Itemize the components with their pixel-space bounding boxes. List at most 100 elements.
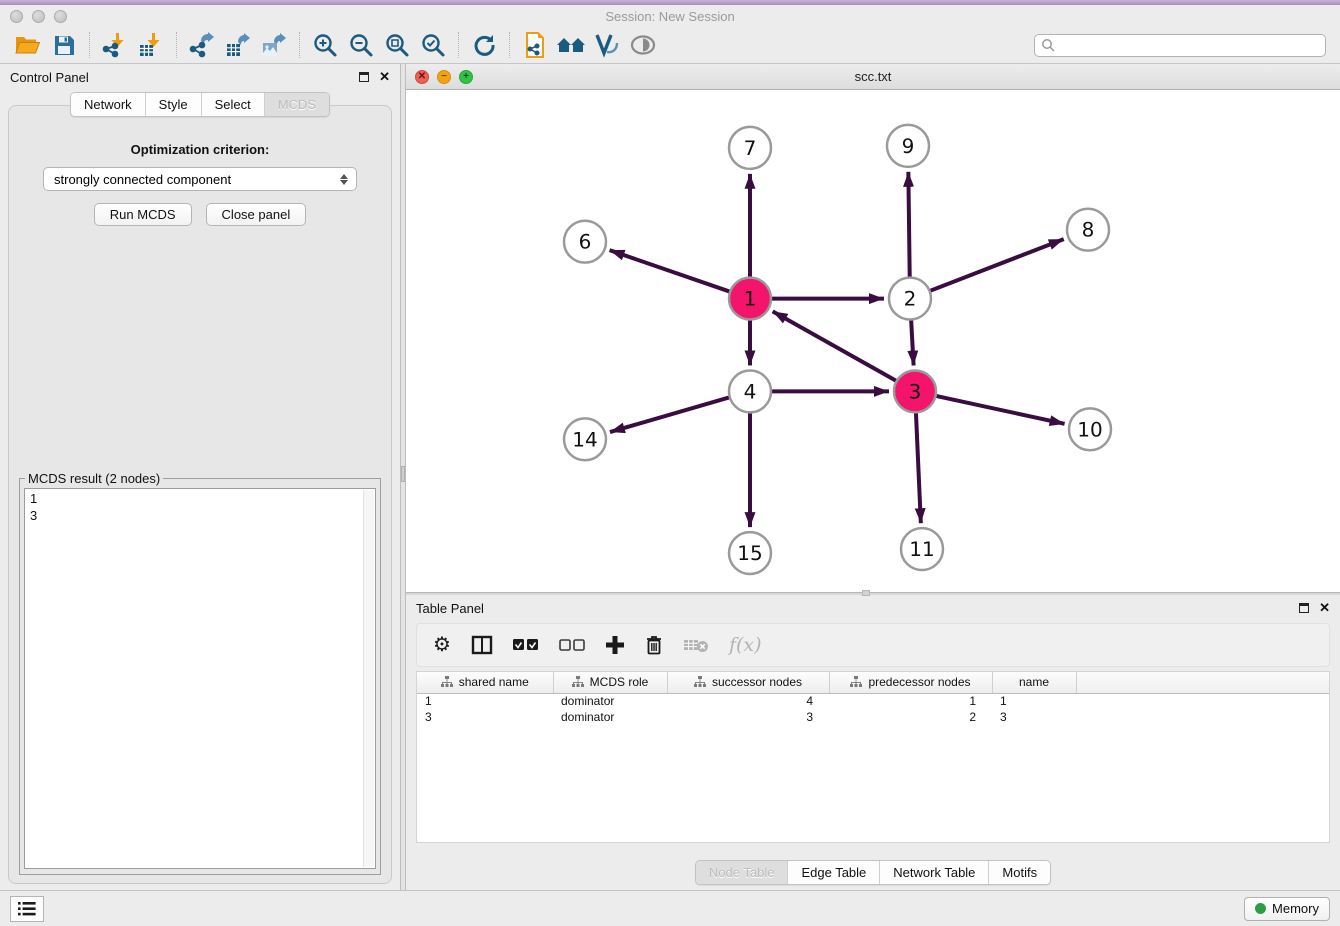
zoom-in-button[interactable] [307, 29, 343, 61]
search-input[interactable] [1055, 38, 1319, 52]
table-header-row: shared name MCDS role successor nodes pr… [417, 672, 1329, 693]
hsplitter-handle[interactable] [862, 590, 870, 596]
new-network-from-selection-button[interactable] [517, 29, 553, 61]
float-panel-icon[interactable] [359, 72, 369, 82]
network-window-titlebar[interactable]: ✕ − + scc.txt [406, 64, 1340, 90]
graph-node-label-11: 11 [909, 537, 934, 561]
vizmapper-button[interactable] [589, 29, 625, 61]
trash-icon [645, 635, 663, 655]
graph-edge-4-14[interactable] [610, 396, 736, 432]
import-table-button[interactable] [133, 29, 169, 61]
mcds-result-list[interactable]: 13 [24, 488, 376, 869]
function-builder-button[interactable]: f(x) [729, 630, 762, 660]
result-scrollbar[interactable] [363, 490, 374, 867]
graph-node-label-8: 8 [1082, 218, 1095, 242]
close-network-icon[interactable]: ✕ [415, 70, 429, 84]
zoom-fit-button[interactable] [379, 29, 415, 61]
column-header-successor-nodes[interactable]: successor nodes [667, 672, 829, 693]
zoom-out-icon [348, 32, 374, 58]
app-titlebar: Session: New Session [0, 5, 1340, 27]
network-window: ✕ − + scc.txt 7968124314101511 [406, 64, 1340, 593]
show-hide-details-button[interactable] [625, 29, 661, 61]
zoom-selected-button[interactable] [415, 29, 451, 61]
export-table-button[interactable] [220, 29, 256, 61]
maximize-network-icon[interactable]: + [459, 70, 473, 84]
export-image-button[interactable] [256, 29, 292, 61]
toolbar-divider [299, 32, 300, 58]
tab-mcds[interactable]: MCDS [264, 93, 329, 116]
zoom-fit-icon [384, 32, 410, 58]
delete-columns-button[interactable] [645, 630, 663, 660]
toolbar-divider [176, 32, 177, 58]
graph-edge-2-9[interactable] [908, 172, 909, 284]
first-neighbors-button[interactable] [553, 29, 589, 61]
criterion-dropdown[interactable]: strongly connected component [43, 167, 357, 191]
tab-motifs[interactable]: Motifs [988, 861, 1050, 884]
control-panel-tabs: Network Style Select MCDS [0, 92, 400, 117]
node-table[interactable]: shared name MCDS role successor nodes pr… [416, 671, 1330, 843]
import-table-icon [138, 32, 164, 58]
table-cell: 3 [667, 709, 829, 725]
graph-edge-3-11[interactable] [916, 406, 921, 523]
tab-edge-table[interactable]: Edge Table [787, 861, 879, 884]
graph-edge-1-6[interactable] [610, 250, 736, 294]
search-box[interactable] [1034, 34, 1326, 57]
graph-edge-3-1[interactable] [773, 311, 902, 384]
dropdown-spinner-icon [340, 174, 348, 185]
run-mcds-button[interactable]: Run MCDS [94, 203, 192, 226]
task-history-button[interactable] [10, 896, 44, 922]
select-all-columns-button[interactable] [513, 630, 539, 660]
main-area: Control Panel ✕ Network Style Select MCD… [0, 64, 1340, 890]
export-image-icon [261, 32, 287, 58]
table-toolbar: ⚙ [416, 623, 1330, 667]
open-file-button[interactable] [10, 29, 46, 61]
close-table-panel-icon[interactable]: ✕ [1319, 603, 1330, 613]
export-table-icon [225, 32, 251, 58]
show-columns-button[interactable] [471, 630, 493, 660]
column-header-mcds-role[interactable]: MCDS role [553, 672, 667, 693]
save-session-button[interactable] [46, 29, 82, 61]
tab-network-table[interactable]: Network Table [879, 861, 988, 884]
zoom-out-button[interactable] [343, 29, 379, 61]
delete-table-button[interactable] [683, 630, 709, 660]
window-title: Session: New Session [0, 9, 1340, 24]
two-houses-icon [556, 33, 586, 57]
table-cell: 3 [417, 709, 553, 725]
graph-node-label-1: 1 [744, 287, 757, 311]
minimize-network-icon[interactable]: − [437, 70, 451, 84]
search-icon [1041, 38, 1055, 52]
horizontal-splitter[interactable] [406, 593, 1340, 595]
network-canvas[interactable]: 7968124314101511 [406, 90, 1340, 592]
create-new-column-button[interactable] [605, 630, 625, 660]
close-panel-button[interactable]: Close panel [206, 203, 307, 226]
graph-edge-2-3[interactable] [911, 314, 914, 366]
toolbar-divider [509, 32, 510, 58]
tab-network[interactable]: Network [71, 93, 145, 116]
unselect-all-columns-button[interactable] [559, 630, 585, 660]
graph-edge-3-10[interactable] [930, 395, 1065, 424]
apply-layout-button[interactable] [466, 29, 502, 61]
table-row[interactable]: 1dominator411 [417, 693, 1329, 709]
splitter-handle[interactable] [401, 466, 405, 482]
column-header-shared-name[interactable]: shared name [417, 672, 553, 693]
graph-edge-2-8[interactable] [924, 239, 1064, 293]
close-panel-icon[interactable]: ✕ [379, 72, 390, 82]
tab-style[interactable]: Style [145, 93, 201, 116]
table-panel-header: Table Panel ✕ [406, 595, 1340, 621]
import-network-button[interactable] [97, 29, 133, 61]
memory-button[interactable]: Memory [1244, 897, 1330, 921]
column-header-name[interactable]: name [992, 672, 1076, 693]
network-file-icon [522, 32, 548, 58]
column-header-predecessor-nodes[interactable]: predecessor nodes [829, 672, 992, 693]
tab-select[interactable]: Select [201, 93, 264, 116]
table-row[interactable]: 3dominator323 [417, 709, 1329, 725]
export-network-button[interactable] [184, 29, 220, 61]
tree-icon [694, 676, 706, 688]
tab-node-table[interactable]: Node Table [696, 861, 788, 884]
table-panel: Table Panel ✕ ⚙ [406, 595, 1340, 890]
network-graph-svg[interactable]: 7968124314101511 [406, 90, 1340, 592]
graph-node-label-3: 3 [909, 379, 922, 403]
table-options-button[interactable]: ⚙ [433, 630, 451, 660]
float-table-panel-icon[interactable] [1299, 603, 1309, 613]
header-filler [1076, 672, 1329, 693]
